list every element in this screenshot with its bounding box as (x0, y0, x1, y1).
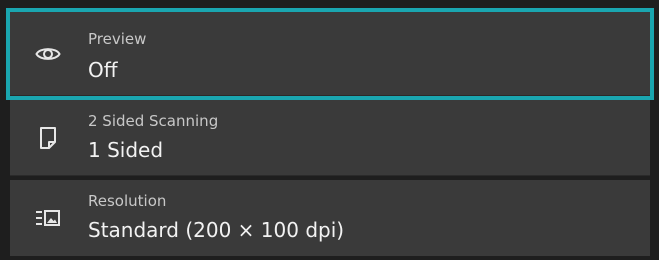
setting-resolution[interactable]: Resolution Standard (200 × 100 dpi) (10, 180, 650, 256)
eye-icon (34, 40, 62, 68)
divider (10, 175, 650, 176)
setting-2-sided-scanning[interactable]: 2 Sided Scanning 1 Sided (10, 100, 650, 176)
setting-value: Off (88, 58, 118, 82)
setting-value: 1 Sided (88, 138, 164, 162)
divider (10, 95, 650, 96)
scan-settings-list: Preview Off 2 Sided Scanning 1 Sided Res… (0, 0, 659, 260)
setting-label: Preview (88, 30, 147, 48)
setting-label: Resolution (88, 192, 167, 210)
page-icon (34, 124, 62, 152)
setting-preview[interactable]: Preview Off (6, 8, 654, 100)
setting-value: Standard (200 × 100 dpi) (88, 218, 345, 242)
resolution-icon (34, 204, 62, 232)
setting-label: 2 Sided Scanning (88, 112, 219, 130)
